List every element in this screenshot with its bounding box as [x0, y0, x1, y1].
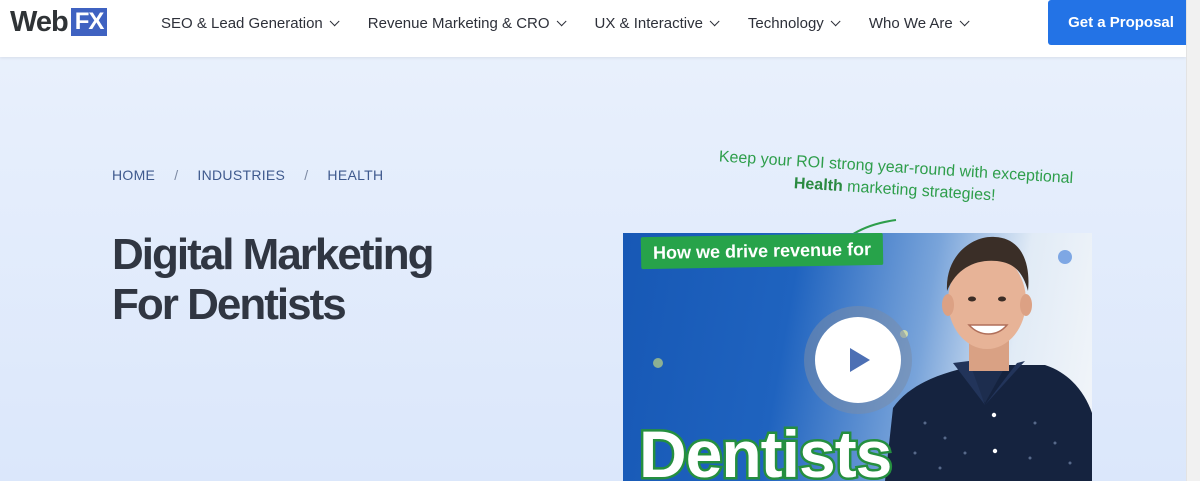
nav-label: Revenue Marketing & CRO	[367, 14, 550, 32]
decorative-dot	[653, 358, 663, 368]
get-a-proposal-button[interactable]: Get a Proposal	[1048, 0, 1194, 45]
video-big-word: Dentists	[636, 417, 894, 481]
breadcrumb-separator: /	[174, 167, 179, 183]
site-header: Web FX SEO & Lead Generation Revenue Mar…	[0, 0, 1194, 57]
main-nav: SEO & Lead Generation Revenue Marketing …	[161, 12, 998, 34]
chevron-down-icon	[556, 15, 567, 26]
nav-ux-interactive[interactable]: UX & Interactive	[594, 14, 720, 32]
play-button-inner	[815, 317, 901, 403]
nav-revenue-marketing-cro[interactable]: Revenue Marketing & CRO	[367, 14, 567, 32]
logo-text-web: Web	[10, 5, 69, 38]
chevron-down-icon	[830, 15, 841, 26]
breadcrumb-separator: /	[304, 167, 309, 183]
nav-technology[interactable]: Technology	[747, 14, 841, 32]
nav-who-we-are[interactable]: Who We Are	[868, 14, 970, 32]
page-title: Digital Marketing For Dentists	[112, 230, 532, 330]
handwritten-tagline: Keep your ROI strong year-round with exc…	[709, 146, 1081, 213]
breadcrumb-industries[interactable]: INDUSTRIES	[197, 167, 285, 183]
nav-label: Who We Are	[868, 14, 953, 32]
breadcrumb-health[interactable]: HEALTH	[327, 167, 383, 183]
chevron-down-icon	[959, 15, 970, 26]
video-player[interactable]: How we drive revenue for Dentists	[623, 233, 1092, 481]
tagline-industry: Health	[793, 175, 844, 196]
nav-label: SEO & Lead Generation	[161, 14, 323, 32]
play-icon	[850, 348, 870, 372]
breadcrumb-home[interactable]: HOME	[112, 167, 155, 183]
breadcrumb: HOME / INDUSTRIES / HEALTH	[112, 167, 383, 183]
play-button[interactable]	[804, 306, 912, 414]
tagline-line2: marketing strategies!	[842, 178, 996, 205]
webfx-logo[interactable]: Web FX	[10, 5, 108, 38]
chevron-down-icon	[329, 15, 340, 26]
logo-text-fx: FX	[70, 8, 108, 36]
chevron-down-icon	[709, 15, 720, 26]
nav-label: Technology	[747, 14, 824, 32]
presenter-photo	[885, 236, 1092, 481]
nav-seo-lead-generation[interactable]: SEO & Lead Generation	[161, 14, 340, 32]
page-scrollbar[interactable]	[1186, 0, 1200, 481]
page-title-line1: Digital Marketing	[112, 230, 434, 279]
video-badge: How we drive revenue for	[640, 233, 884, 270]
page-title-line2: For Dentists	[112, 280, 347, 329]
nav-label: UX & Interactive	[594, 14, 703, 32]
